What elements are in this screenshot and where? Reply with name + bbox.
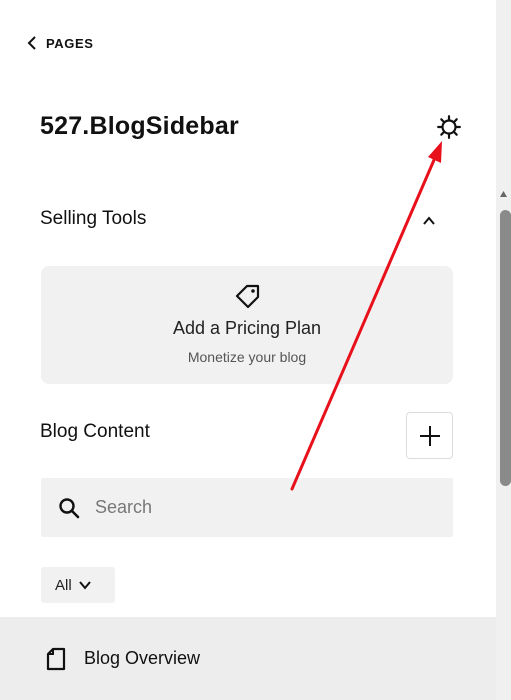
- list-item-blog-overview[interactable]: Blog Overview: [0, 617, 496, 700]
- pricing-plan-subtitle: Monetize your blog: [187, 349, 307, 365]
- gear-icon: [437, 115, 461, 139]
- scrollbar-thumb[interactable]: [500, 210, 511, 486]
- back-label: PAGES: [46, 35, 94, 51]
- search-icon: [59, 497, 80, 518]
- page-icon: [46, 647, 66, 670]
- filter-selected-label: All: [55, 576, 72, 594]
- selling-tools-heading: Selling Tools: [40, 208, 147, 229]
- filter-dropdown[interactable]: All: [41, 567, 115, 603]
- scroll-up-arrow-icon[interactable]: [499, 190, 508, 198]
- add-blog-post-button[interactable]: [406, 412, 453, 459]
- tag-icon: [235, 284, 260, 309]
- pages-panel: PAGES 527.BlogSidebar Selling Tools Add …: [0, 0, 496, 700]
- selling-tools-toggle[interactable]: [418, 210, 440, 232]
- chevron-up-icon: [423, 216, 435, 225]
- page-settings-button[interactable]: [434, 112, 464, 142]
- chevron-down-icon: [78, 581, 91, 590]
- back-to-pages-link[interactable]: PAGES: [24, 33, 94, 53]
- plus-icon: [419, 425, 440, 446]
- search-input[interactable]: [95, 497, 415, 518]
- list-item-label: Blog Overview: [84, 648, 201, 668]
- pricing-plan-label: Add a Pricing Plan: [172, 318, 322, 338]
- search-box[interactable]: [41, 478, 453, 537]
- blog-content-heading: Blog Content: [40, 421, 150, 442]
- page-title: 527.BlogSidebar: [40, 112, 239, 140]
- chevron-left-icon: [27, 36, 36, 50]
